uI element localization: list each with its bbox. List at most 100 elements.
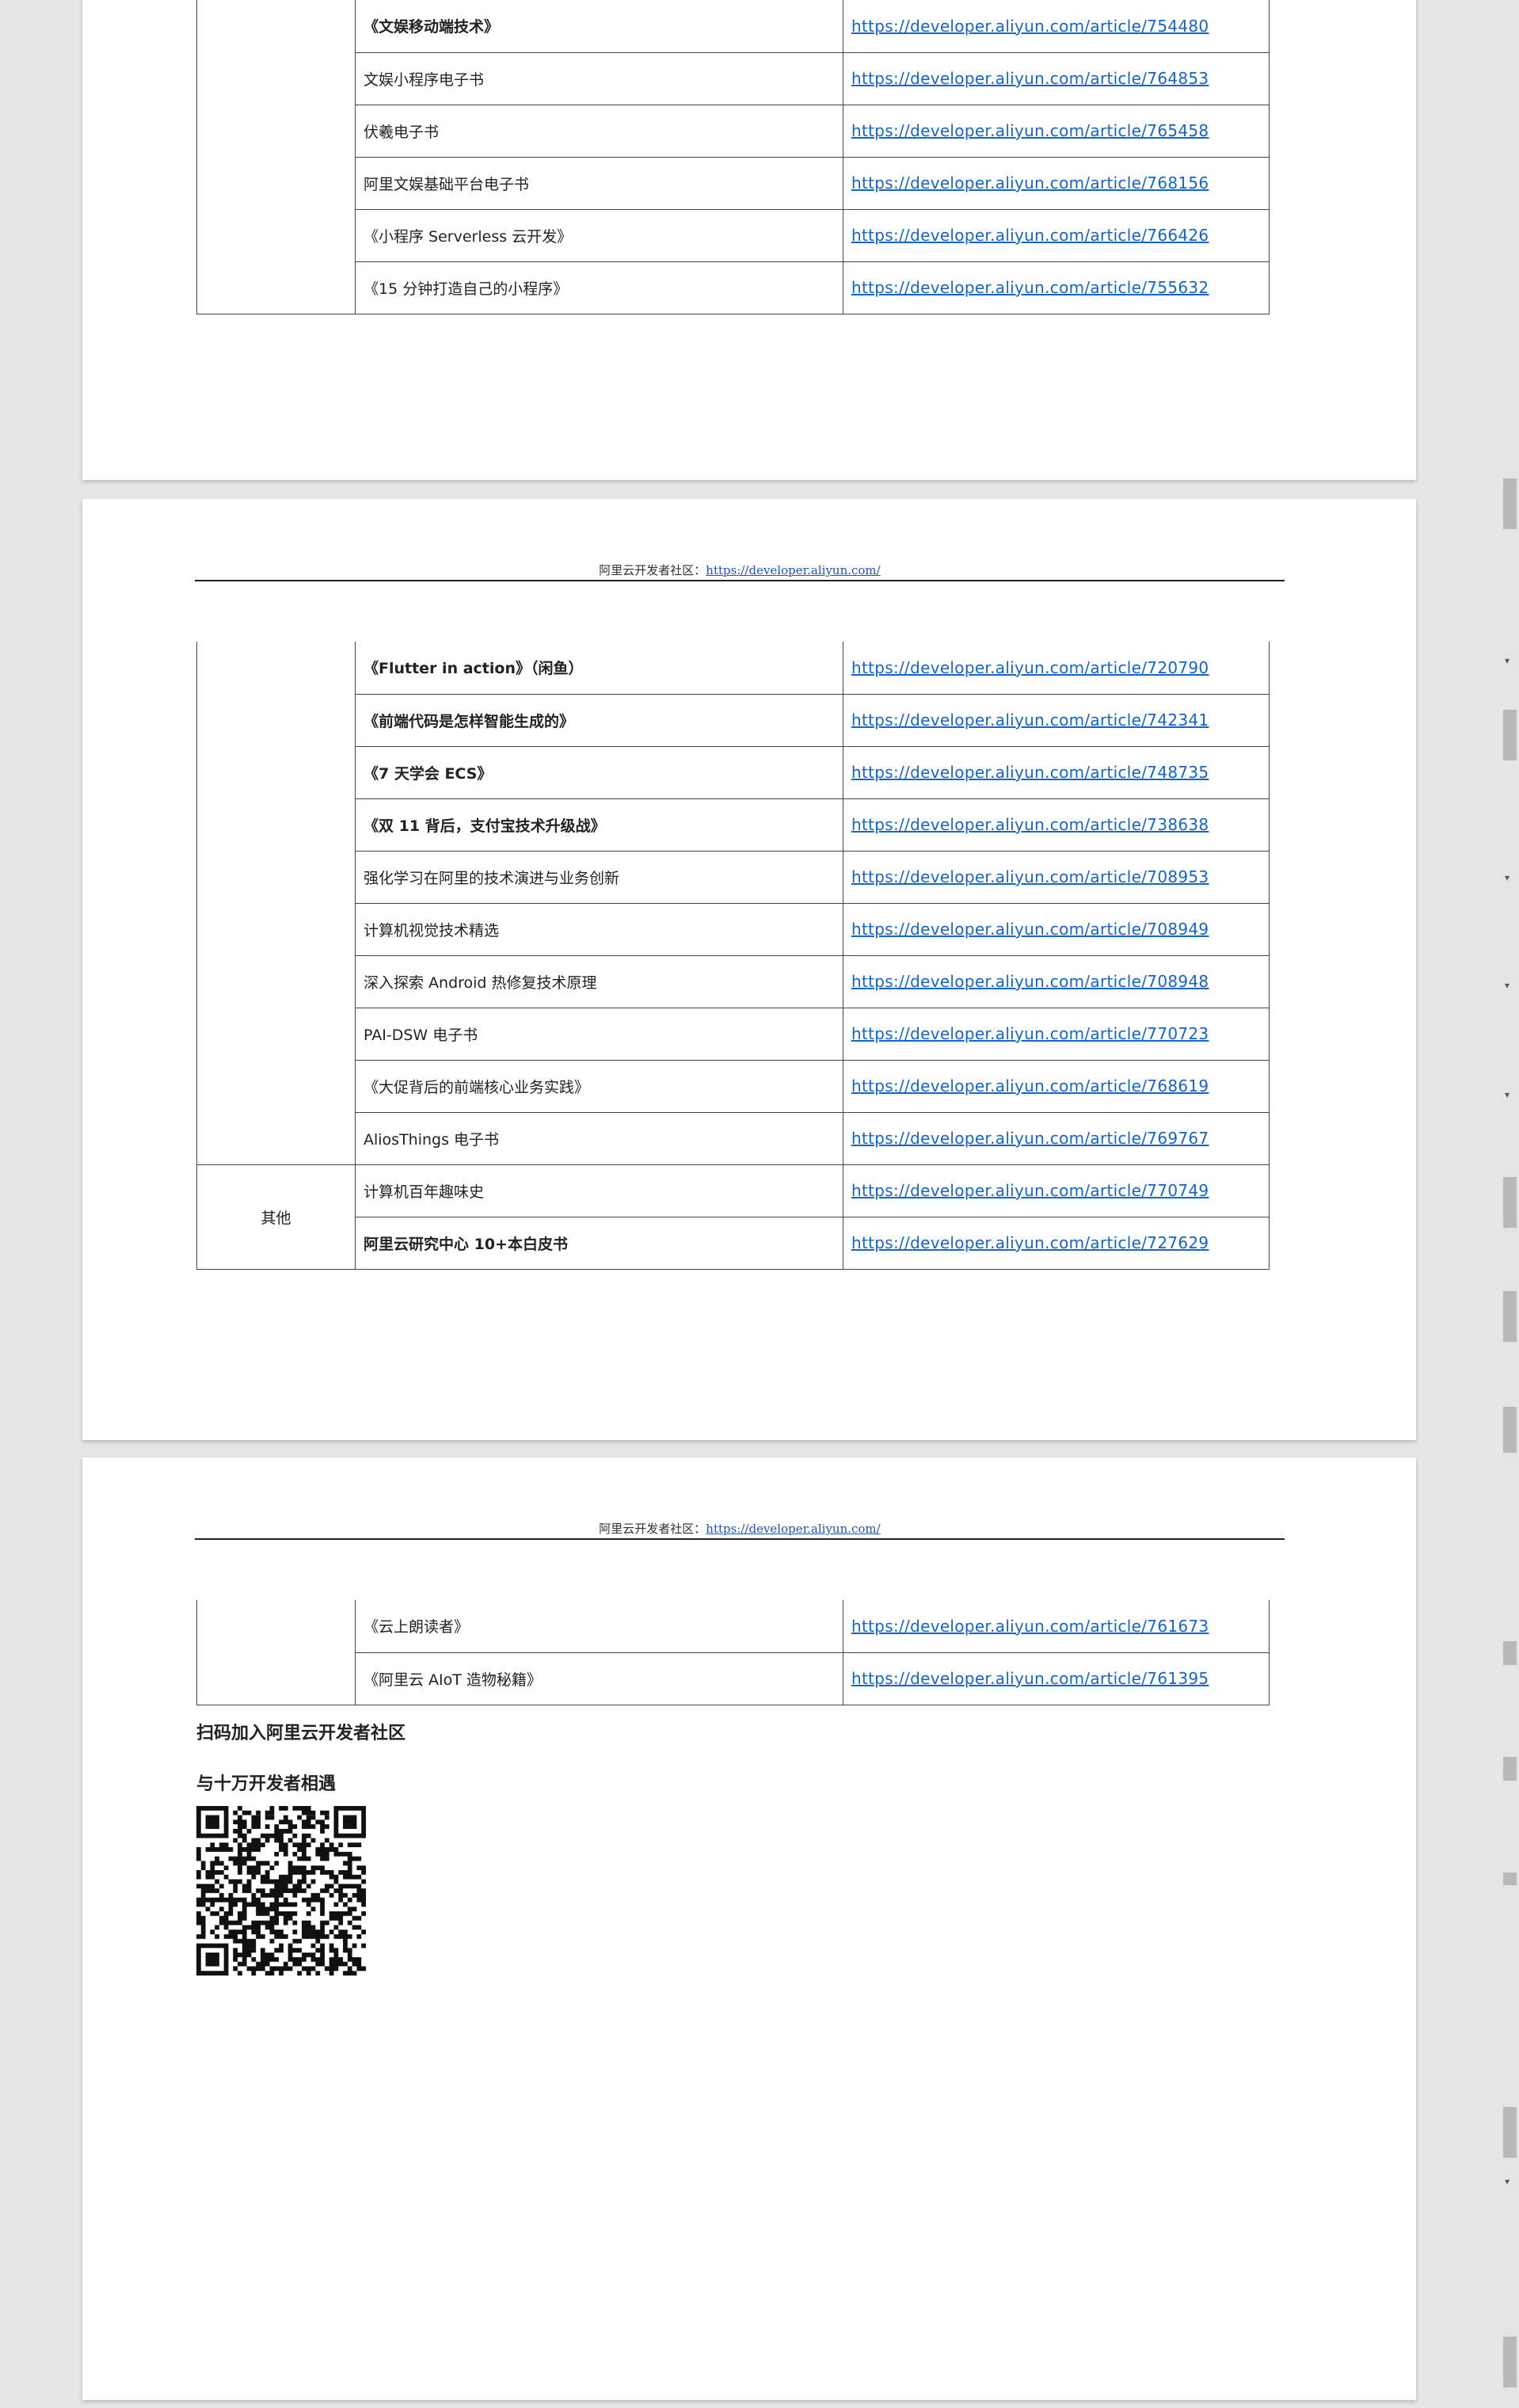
ebook-link-cell: https://developer.aliyun.com/article/754…: [843, 0, 1270, 53]
table-row: 文娱小程序电子书 https://developer.aliyun.com/art…: [197, 51, 1270, 105]
ebook-link[interactable]: https://developer.aliyun.com/article/764…: [851, 69, 1209, 88]
scroll-down-arrow-icon[interactable]: ▾: [1505, 873, 1509, 882]
ebook-link[interactable]: https://developer.aliyun.com/article/708…: [851, 920, 1209, 939]
ebook-link[interactable]: https://developer.aliyun.com/article/748…: [851, 763, 1209, 782]
table-row: 其他 计算机百年趣味史 https://developer.aliyun.com/a…: [196, 1164, 1270, 1270]
ebook-link[interactable]: https://developer.aliyun.com/article/755…: [851, 278, 1209, 297]
ebook-link-cell: https://developer.aliyun.com/article/708…: [843, 850, 1270, 904]
ebook-link-cell: https://developer.aliyun.com/article/770…: [843, 1007, 1270, 1061]
ebook-title-cell: AliosThings 电子书: [355, 1111, 843, 1165]
scrollbar-thumb[interactable]: [1503, 1641, 1517, 1665]
scrollbar-thumb[interactable]: [1503, 1873, 1517, 1885]
header-prefix: 阿里云开发者社区：: [599, 1522, 706, 1536]
ebook-link-cell: https://developer.aliyun.com/article/766…: [843, 208, 1270, 262]
scrollbar-thumb[interactable]: [1503, 1177, 1517, 1228]
ebook-link-cell: https://developer.aliyun.com/article/761…: [843, 1600, 1270, 1653]
document-page-2: 阿里云开发者社区：https://developer.aliyun.com/ 《…: [82, 499, 1416, 1440]
ebook-link-cell: https://developer.aliyun.com/article/765…: [843, 104, 1270, 158]
ebook-table-page-3: 《云上朗读者》 https://developer.aliyun.com/arti…: [196, 1600, 1270, 1705]
ebook-title-cell: 深入探索 Android 热修复技术原理: [355, 954, 843, 1008]
ebook-title-cell: 《Flutter in action》（闲鱼）: [355, 642, 843, 695]
scrollbar-thumb[interactable]: [1503, 1291, 1517, 1342]
ebook-link[interactable]: https://developer.aliyun.com/article/768…: [851, 173, 1209, 192]
table-row: 《小程序 Serverless 云开发》 https://developer.al…: [197, 208, 1270, 262]
ebook-link[interactable]: https://developer.aliyun.com/article/754…: [851, 17, 1209, 36]
table-row: 伏羲电子书 https://developer.aliyun.com/articl…: [197, 104, 1270, 158]
qr-code-icon: [196, 1806, 366, 1976]
table-row: 《Flutter in action》（闲鱼） https://developer…: [196, 642, 1270, 1165]
table-row: 《15 分钟打造自己的小程序》 https://developer.aliyun.…: [197, 261, 1270, 314]
header-link[interactable]: https://developer.aliyun.com/: [706, 1522, 880, 1536]
ebook-link[interactable]: https://developer.aliyun.com/article/765…: [851, 121, 1209, 140]
ebook-title-cell: 《小程序 Serverless 云开发》: [355, 208, 843, 262]
scrollbar-thumb[interactable]: [1503, 1757, 1517, 1781]
ebook-title-cell: 《云上朗读者》: [355, 1600, 843, 1653]
ebook-table-page-1: 《文娱移动端技术》 https://developer.aliyun.com/ar…: [196, 0, 1270, 314]
table-row: 计算机视觉技术精选 https://developer.aliyun.com/ar…: [197, 902, 1270, 956]
ebook-title-cell: 《大促背后的前端核心业务实践》: [355, 1059, 843, 1113]
scrollbar-thumb[interactable]: [1503, 2337, 1517, 2387]
scrollbar-thumb[interactable]: [1503, 710, 1517, 760]
ebook-link-cell: https://developer.aliyun.com/article/761…: [843, 1652, 1270, 1705]
category-cell: [196, 0, 356, 314]
ebook-title-cell: 《7 天学会 ECS》: [355, 745, 843, 799]
ebook-title-cell: 《阿里云 AIoT 造物秘籍》: [355, 1652, 843, 1705]
scroll-down-arrow-icon[interactable]: ▾: [1505, 981, 1509, 990]
scrollbar-thumb[interactable]: [1503, 478, 1517, 529]
page-header: 阿里云开发者社区：https://developer.aliyun.com/: [195, 564, 1285, 581]
table-row: 《双 11 背后，支付宝技术升级战》 https://developer.aliy…: [197, 798, 1270, 852]
ebook-link[interactable]: https://developer.aliyun.com/article/768…: [851, 1076, 1209, 1095]
ebook-link[interactable]: https://developer.aliyun.com/article/770…: [851, 1024, 1209, 1043]
scrollbar-thumb[interactable]: [1503, 2107, 1517, 2158]
ebook-link-cell: https://developer.aliyun.com/article/742…: [843, 693, 1270, 747]
ebook-link-cell: https://developer.aliyun.com/article/769…: [843, 1111, 1270, 1165]
ebook-table-body: 《Flutter in action》（闲鱼） https://developer…: [196, 642, 1270, 1270]
ebook-link-cell: https://developer.aliyun.com/article/708…: [843, 902, 1270, 956]
scrollbar[interactable]: ▾ ▾ ▾ ▾ ▾: [1501, 0, 1519, 2408]
closing-line-1: 扫码加入阿里云开发者社区: [196, 1724, 406, 1743]
page-header: 阿里云开发者社区：https://developer.aliyun.com/: [195, 1522, 1285, 1540]
scrollbar-thumb[interactable]: [1503, 1407, 1517, 1453]
ebook-link[interactable]: https://developer.aliyun.com/article/708…: [851, 867, 1209, 886]
ebook-link[interactable]: https://developer.aliyun.com/article/708…: [851, 972, 1209, 991]
ebook-link-cell: https://developer.aliyun.com/article/755…: [843, 261, 1270, 314]
header-link[interactable]: https://developer.aliyun.com/: [706, 563, 880, 577]
ebook-title-cell: 文娱小程序电子书: [355, 51, 843, 105]
scroll-down-arrow-icon[interactable]: ▾: [1505, 2177, 1509, 2186]
document-page-3: 阿里云开发者社区：https://developer.aliyun.com/ 《…: [82, 1457, 1416, 2400]
scroll-down-arrow-icon[interactable]: ▾: [1505, 656, 1509, 665]
ebook-link[interactable]: https://developer.aliyun.com/article/766…: [851, 226, 1209, 245]
category-cell: [196, 1600, 356, 1705]
ebook-link[interactable]: https://developer.aliyun.com/article/761…: [851, 1669, 1209, 1688]
category-cell: [196, 642, 356, 1165]
ebook-table-body: 《文娱移动端技术》 https://developer.aliyun.com/ar…: [196, 0, 1270, 314]
ebook-link-cell: https://developer.aliyun.com/article/748…: [843, 745, 1270, 799]
scroll-down-arrow-icon[interactable]: ▾: [1505, 1090, 1509, 1099]
ebook-link[interactable]: https://developer.aliyun.com/article/761…: [851, 1617, 1209, 1636]
ebook-link[interactable]: https://developer.aliyun.com/article/727…: [851, 1233, 1209, 1252]
ebook-link[interactable]: https://developer.aliyun.com/article/770…: [851, 1181, 1209, 1200]
ebook-link-cell: https://developer.aliyun.com/article/708…: [843, 954, 1270, 1008]
ebook-link[interactable]: https://developer.aliyun.com/article/769…: [851, 1129, 1209, 1148]
ebook-link-cell: https://developer.aliyun.com/article/768…: [843, 156, 1270, 210]
closing-line-2: 与十万开发者相遇: [196, 1774, 337, 1794]
ebook-link-cell: https://developer.aliyun.com/article/764…: [843, 51, 1270, 105]
table-row: 《阿里云 AIoT 造物秘籍》 https://developer.aliyun.…: [197, 1652, 1270, 1705]
table-row: 《7 天学会 ECS》 https://developer.aliyun.com/…: [197, 745, 1270, 799]
ebook-title-cell: 《文娱移动端技术》: [355, 0, 843, 53]
ebook-title-cell: 阿里云研究中心 10+本白皮书: [355, 1216, 843, 1270]
ebook-title-cell: 《双 11 背后，支付宝技术升级战》: [355, 798, 843, 852]
ebook-title-cell: PAI-DSW 电子书: [355, 1007, 843, 1061]
table-row: 《前端代码是怎样智能生成的》 https://developer.aliyun.c…: [197, 693, 1270, 747]
ebook-table-body: 《云上朗读者》 https://developer.aliyun.com/arti…: [196, 1600, 1270, 1705]
ebook-title-cell: 计算机百年趣味史: [355, 1164, 843, 1217]
ebook-title-cell: 计算机视觉技术精选: [355, 902, 843, 956]
table-row: 阿里云研究中心 10+本白皮书 https://developer.aliyun.…: [197, 1216, 1270, 1270]
table-row: 《大促背后的前端核心业务实践》 https://developer.aliyun.…: [197, 1059, 1270, 1113]
ebook-link[interactable]: https://developer.aliyun.com/article/720…: [851, 658, 1209, 677]
ebook-link[interactable]: https://developer.aliyun.com/article/738…: [851, 815, 1209, 834]
ebook-link-cell: https://developer.aliyun.com/article/770…: [843, 1164, 1270, 1217]
table-row: 《云上朗读者》 https://developer.aliyun.com/arti…: [196, 1600, 1270, 1705]
ebook-title-cell: 《前端代码是怎样智能生成的》: [355, 693, 843, 747]
ebook-link[interactable]: https://developer.aliyun.com/article/742…: [851, 711, 1209, 730]
